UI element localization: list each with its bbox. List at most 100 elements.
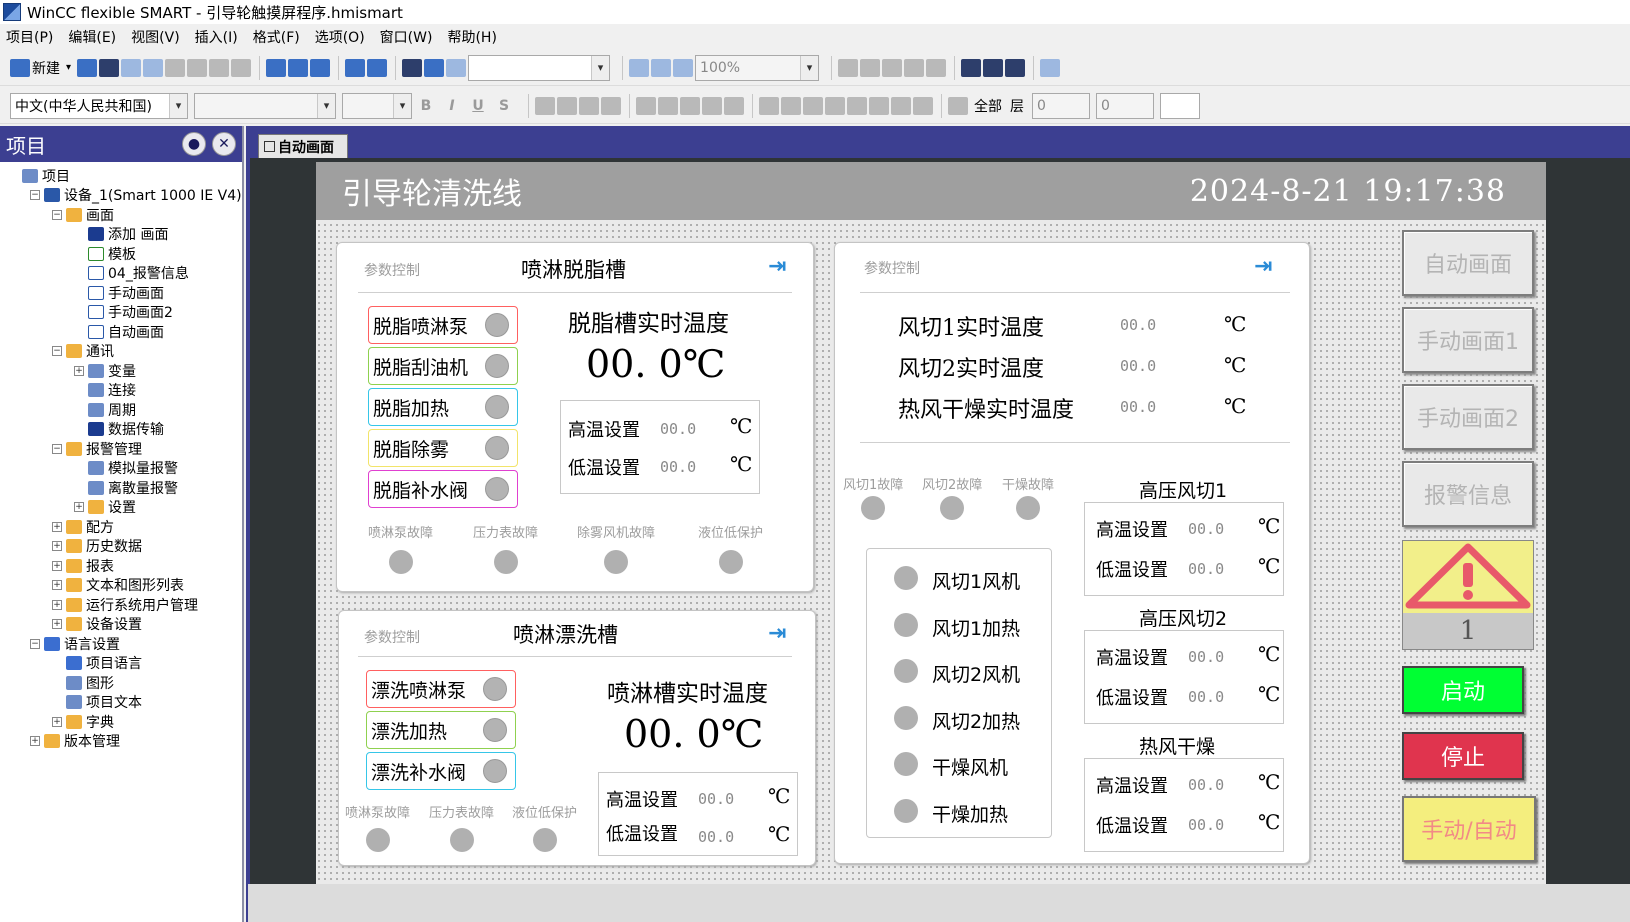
- tree-item[interactable]: + 变量: [74, 361, 136, 380]
- menu-options[interactable]: 选项(O): [315, 27, 365, 47]
- expander-icon[interactable]: +: [52, 619, 62, 629]
- p3-group-low-input[interactable]: 00.0: [1188, 560, 1224, 578]
- help-icon[interactable]: [983, 58, 1004, 77]
- p2-control-button[interactable]: 漂洗补水阀: [366, 752, 516, 790]
- expander-icon[interactable]: +: [52, 521, 62, 532]
- layer-spin-1[interactable]: 0: [1032, 92, 1090, 119]
- p2-control-button[interactable]: 漂洗加热: [366, 711, 516, 749]
- same-width-icon[interactable]: [803, 96, 823, 115]
- layout-icon[interactable]: [1040, 58, 1061, 77]
- strike-icon[interactable]: S: [496, 98, 512, 114]
- tree-item[interactable]: + 字典: [52, 712, 114, 731]
- new-button[interactable]: 新建 ▾: [10, 55, 71, 81]
- p1-nav-icon[interactable]: ⇥: [768, 254, 786, 279]
- menu-format[interactable]: 格式(F): [253, 27, 300, 47]
- align-center-icon[interactable]: [557, 96, 577, 115]
- library-icon[interactable]: [961, 58, 982, 77]
- redo-icon[interactable]: [143, 58, 164, 77]
- paste-icon[interactable]: [231, 58, 252, 77]
- close-icon[interactable]: ✕: [212, 132, 236, 156]
- italic-icon[interactable]: I: [444, 98, 460, 114]
- tree-item[interactable]: 手动画面2: [74, 303, 173, 322]
- tree-item[interactable]: 离散量报警: [74, 478, 178, 497]
- same-height-icon[interactable]: [825, 96, 845, 115]
- p1-control-button[interactable]: 脱脂刮油机: [368, 347, 518, 385]
- nav-alarm-info-button[interactable]: 报警信息: [1402, 461, 1534, 527]
- tree-item[interactable]: + 设置: [74, 498, 136, 517]
- tree-item[interactable]: 项目语言: [52, 654, 142, 673]
- delete-icon[interactable]: [165, 58, 186, 77]
- extra-combo[interactable]: [1160, 92, 1200, 119]
- group-icon[interactable]: [847, 96, 867, 115]
- nav-manual-screen2-button[interactable]: 手动画面2: [1402, 384, 1534, 450]
- mode-toggle-button[interactable]: 手动/自动: [1402, 796, 1536, 862]
- p3-group-high-input[interactable]: 00.0: [1188, 648, 1224, 666]
- underline-icon[interactable]: U: [470, 98, 486, 114]
- tree-item[interactable]: − 报警管理: [52, 439, 142, 458]
- align-left-icon[interactable]: [535, 96, 555, 115]
- line-style-icon[interactable]: [926, 58, 947, 77]
- expander-icon[interactable]: −: [52, 346, 62, 356]
- menu-view[interactable]: 视图(V): [131, 27, 180, 47]
- p1-control-button[interactable]: 脱脂除雾: [368, 429, 518, 467]
- tree-item[interactable]: 模拟量报警: [74, 459, 178, 478]
- bring-front-icon[interactable]: [891, 96, 911, 115]
- language-combo[interactable]: 中文(中华人民共和国) ▾: [10, 92, 188, 119]
- tree-item[interactable]: − 语言设置: [30, 634, 120, 653]
- menu-project[interactable]: 项目(P): [6, 27, 53, 47]
- bold-icon[interactable]: B: [418, 98, 434, 114]
- flip-h-icon[interactable]: [658, 96, 678, 115]
- expander-icon[interactable]: +: [52, 599, 62, 610]
- check-icon[interactable]: [266, 58, 287, 77]
- tree-item[interactable]: + 报表: [52, 556, 114, 575]
- tree-item[interactable]: 04_报警信息: [74, 264, 189, 283]
- tree-item[interactable]: 模板: [74, 244, 136, 263]
- transfer-icon[interactable]: [310, 58, 331, 77]
- replace-icon[interactable]: [424, 58, 445, 77]
- font-combo[interactable]: ▾: [194, 92, 336, 119]
- zoom-area-icon[interactable]: [629, 58, 650, 77]
- expander-icon[interactable]: +: [52, 560, 62, 571]
- p2-low-input[interactable]: 00.0: [698, 828, 734, 846]
- tree-item[interactable]: 项目文本: [52, 693, 142, 712]
- tab-auto-screen[interactable]: 自动画面: [258, 134, 348, 158]
- zoom-out-icon[interactable]: [673, 58, 694, 77]
- runtime-icon[interactable]: [367, 58, 388, 77]
- p3-nav-icon[interactable]: ⇥: [1254, 254, 1272, 279]
- save-icon[interactable]: [99, 58, 120, 77]
- find-icon[interactable]: [402, 58, 423, 77]
- nav-auto-screen-button[interactable]: 自动画面: [1402, 230, 1534, 296]
- menu-window[interactable]: 窗口(W): [380, 27, 433, 47]
- tree-item[interactable]: − 设备_1(Smart 1000 IE V4): [30, 186, 242, 205]
- p1-high-input[interactable]: 00.0: [660, 420, 696, 438]
- expander-icon[interactable]: −: [52, 209, 62, 220]
- alarm-indicator[interactable]: 1: [1402, 540, 1534, 650]
- align-right-icon[interactable]: [579, 96, 599, 115]
- tree-item[interactable]: + 历史数据: [52, 537, 142, 556]
- open-icon[interactable]: [77, 58, 98, 77]
- tree-item[interactable]: 添加 画面: [74, 225, 168, 244]
- tree-item[interactable]: − 通讯: [52, 342, 114, 361]
- p3-group-low-input[interactable]: 00.0: [1188, 816, 1224, 834]
- p1-low-input[interactable]: 00.0: [660, 458, 696, 476]
- tree-item[interactable]: − 画面: [52, 205, 114, 224]
- expander-icon[interactable]: +: [74, 502, 84, 512]
- tree-item[interactable]: 自动画面: [74, 322, 164, 341]
- align-top-icon[interactable]: [601, 96, 621, 115]
- pin-icon[interactable]: ●: [182, 132, 206, 156]
- tree-item[interactable]: + 文本和图形列表: [52, 576, 184, 595]
- zoom-combo[interactable]: 100% ▾: [695, 54, 820, 81]
- distribute-icon[interactable]: [759, 96, 779, 115]
- menu-edit[interactable]: 编辑(E): [68, 27, 116, 47]
- expander-icon[interactable]: −: [30, 190, 40, 200]
- p1-control-button[interactable]: 脱脂喷淋泵: [368, 306, 518, 344]
- all-layers-label[interactable]: 全部: [974, 96, 1002, 116]
- undo-icon[interactable]: [121, 58, 142, 77]
- line-color-icon[interactable]: [860, 58, 881, 77]
- p1-control-button[interactable]: 脱脂加热: [368, 388, 518, 426]
- send-back-icon[interactable]: [913, 96, 933, 115]
- tree-item[interactable]: + 配方: [52, 517, 114, 536]
- tree-item[interactable]: 连接: [74, 381, 136, 400]
- whats-this-icon[interactable]: [1005, 58, 1026, 77]
- object-combo[interactable]: ▾: [468, 54, 611, 81]
